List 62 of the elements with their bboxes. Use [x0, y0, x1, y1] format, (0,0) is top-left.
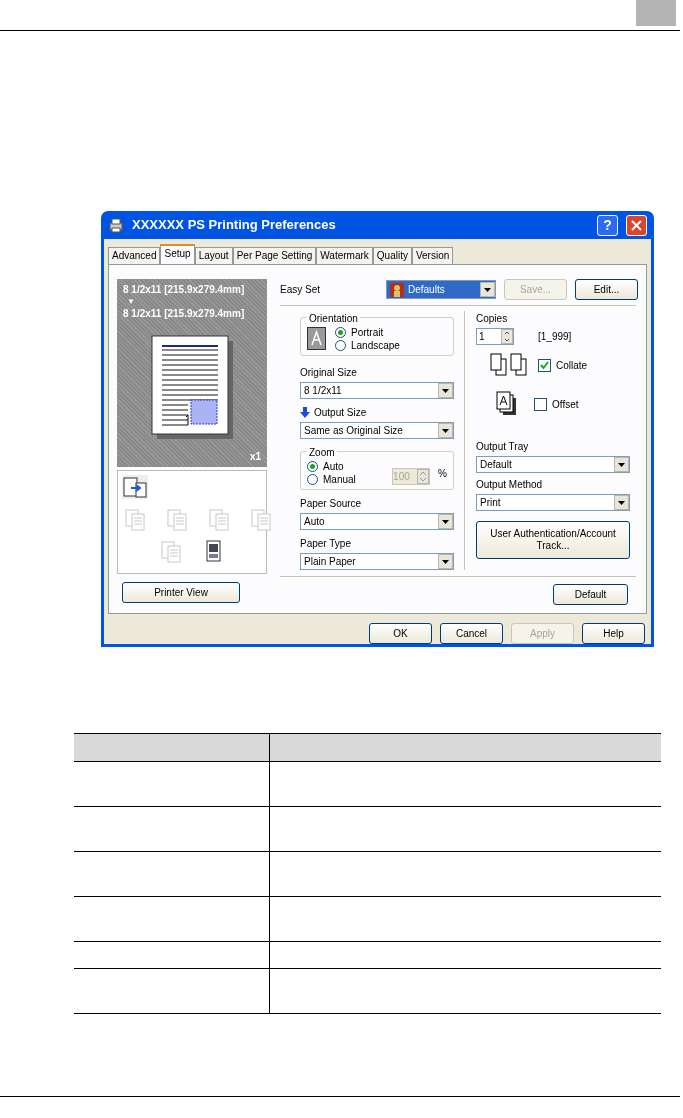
preset-button[interactable]: Edit...	[575, 279, 638, 300]
output-size-dropdown[interactable]: Same as Original Size	[300, 422, 454, 439]
stacked-pages-icon	[496, 391, 518, 417]
down-arrow-icon	[300, 407, 310, 418]
output-size-text: 8 1/2x11 [215.9x279.4mm]	[123, 307, 246, 321]
close-icon	[631, 219, 642, 231]
paper-type-dropdown[interactable]: Plain Paper	[300, 553, 454, 570]
copies-spinner[interactable]: 1	[476, 328, 514, 345]
easy-set-dropdown[interactable]: Defaults	[386, 280, 496, 299]
dialog-button[interactable]: OK	[369, 623, 432, 644]
spinner-arrows-icon	[417, 468, 430, 484]
tab[interactable]: Watermark	[316, 247, 373, 264]
copies-range: [1_999]	[538, 330, 572, 344]
caret-icon	[438, 554, 453, 569]
output-tray-dropdown[interactable]: Default	[476, 456, 630, 473]
offset-checkbox[interactable]: Offset	[534, 397, 579, 411]
portrait-page-icon	[307, 327, 327, 351]
orientation-radio[interactable]: Portrait	[335, 326, 400, 339]
easy-set-value: Defaults	[408, 283, 445, 297]
paper-source-label: Paper Source	[300, 497, 362, 511]
help-button[interactable]: ?	[597, 214, 618, 236]
window-title: XXXXXX PS Printing Preferences	[132, 216, 337, 235]
check-icon	[540, 360, 549, 370]
collated-pages-icon	[490, 353, 530, 377]
printer-icon	[108, 217, 124, 233]
caret-icon	[438, 383, 453, 398]
tab[interactable]: Layout	[194, 247, 233, 264]
paper-type-label: Paper Type	[300, 537, 351, 551]
arrow-text: ▼	[126, 297, 135, 306]
user-authentication-button[interactable]: User Authentication/Account Track...	[476, 521, 630, 559]
preset-icon	[390, 282, 404, 297]
caret-icon	[438, 423, 453, 438]
original-size-label: Original Size	[300, 366, 357, 380]
output-tray-label: Output Tray	[476, 440, 530, 454]
original-size-text: 8 1/2x11 [215.9x279.4mm]	[123, 283, 246, 297]
collate-checkbox[interactable]: Collate	[538, 358, 588, 372]
easy-set-label: Easy Set	[280, 283, 322, 297]
output-size-label: Output Size	[314, 406, 367, 420]
view-mode-icon[interactable]	[122, 475, 148, 499]
output-method-dropdown[interactable]: Print	[476, 494, 630, 511]
caret-icon	[614, 495, 629, 510]
tab[interactable]: Quality	[372, 247, 412, 264]
default-button[interactable]: Default	[553, 584, 628, 605]
original-size-dropdown[interactable]: 8 1/2x11	[300, 382, 454, 399]
tab[interactable]: Setup	[160, 244, 195, 264]
paper-source-dropdown[interactable]: Auto	[300, 513, 454, 530]
copy-count-text: x1	[249, 450, 261, 464]
tab[interactable]: Version	[411, 247, 454, 264]
dialog-button[interactable]: Help	[582, 623, 645, 644]
spinner-arrows-icon	[501, 329, 513, 344]
printer-view-button[interactable]: Printer View	[122, 582, 240, 603]
caret-icon	[438, 514, 453, 529]
orientation-radio[interactable]: Landscape	[335, 339, 400, 352]
output-method-label: Output Method	[476, 478, 544, 492]
copies-label: Copies	[476, 312, 509, 326]
dialog-button[interactable]: Cancel	[440, 623, 503, 644]
caret-icon	[480, 282, 495, 297]
tab[interactable]: Advanced	[108, 247, 161, 264]
close-button[interactable]	[626, 214, 647, 236]
percent-label: %	[438, 466, 447, 481]
tab[interactable]: Per Page Setting	[232, 247, 317, 264]
caret-icon	[614, 457, 629, 472]
